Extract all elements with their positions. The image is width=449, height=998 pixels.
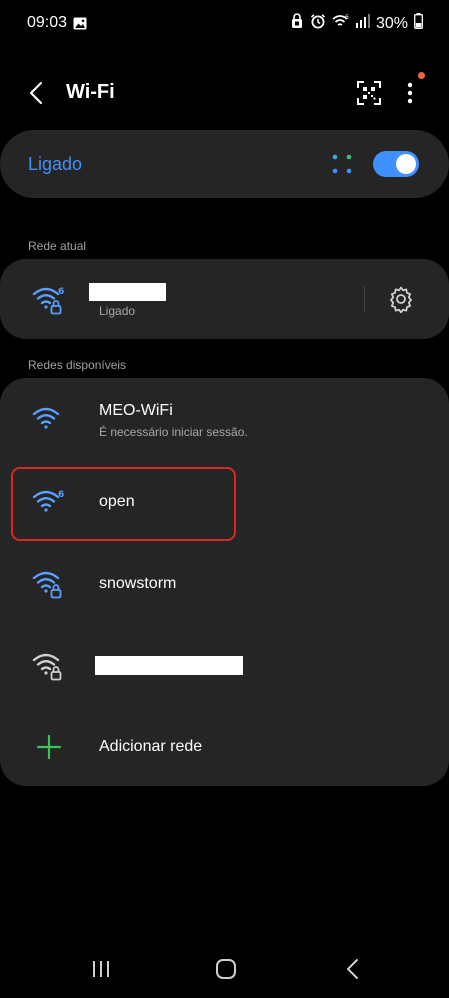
svg-text:6: 6 <box>58 287 64 297</box>
wifi-6-icon: 6 <box>332 13 350 34</box>
recent-apps-icon[interactable] <box>86 954 116 984</box>
system-nav-bar <box>0 948 449 992</box>
current-network-name-redacted <box>89 283 166 301</box>
qr-code-scanner-icon[interactable] <box>356 80 382 106</box>
wifi-switch[interactable] <box>373 151 419 177</box>
battery-icon <box>414 13 423 34</box>
wifi-6-lock-icon: 6 <box>32 284 66 315</box>
wifi-icon <box>32 404 66 434</box>
wifi-lock-icon <box>32 568 66 599</box>
toggle-label: Ligado <box>28 154 83 174</box>
status-time: 09:03 <box>27 14 68 31</box>
alarm-icon <box>310 13 326 34</box>
more-vert-icon[interactable] <box>400 80 420 106</box>
network-subtitle: É necessário iniciar sessão. <box>99 425 248 439</box>
network-name: snowstorm <box>99 575 177 592</box>
notification-dot <box>418 72 425 79</box>
status-bar: 09:03 6 30% <box>0 0 449 48</box>
wifi-options-dots-icon[interactable] <box>330 152 354 176</box>
status-icons: 6 30% <box>290 13 423 34</box>
current-network-status: Ligado <box>99 304 136 318</box>
page-title: Wi-Fi <box>66 81 115 103</box>
lock-icon <box>290 13 304 34</box>
section-label-available: Redes disponíveis <box>28 358 127 372</box>
app-header: Wi-Fi <box>0 70 449 116</box>
wifi-lock-icon <box>32 650 66 681</box>
battery-percent: 30% <box>375 14 408 32</box>
gallery-icon <box>73 17 87 35</box>
switch-knob <box>396 154 416 174</box>
back-nav-icon[interactable] <box>338 954 368 984</box>
add-network-label: Adicionar rede <box>99 738 203 755</box>
add-icon <box>36 734 62 765</box>
divider <box>364 286 365 312</box>
network-name: MEO-WiFi <box>99 402 173 419</box>
back-arrow-icon[interactable] <box>24 80 50 106</box>
section-label-current: Rede atual <box>28 239 87 253</box>
gear-icon[interactable] <box>387 285 415 314</box>
svg-text:6: 6 <box>345 14 349 21</box>
highlight-box <box>11 467 236 541</box>
network-name-redacted <box>95 656 243 675</box>
home-icon[interactable] <box>211 954 241 984</box>
signal-icon <box>355 14 370 33</box>
add-network-row[interactable] <box>0 708 449 784</box>
